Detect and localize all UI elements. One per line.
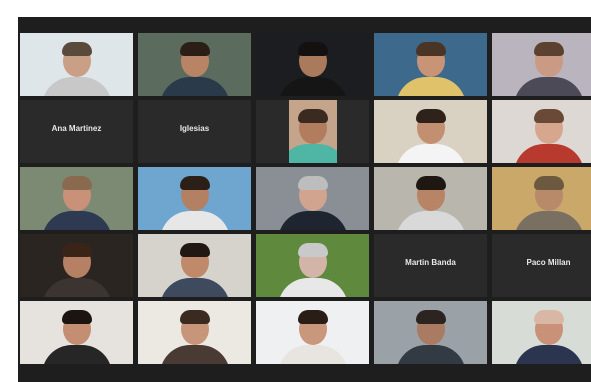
participant-tile[interactable] xyxy=(374,301,487,364)
participant-hair xyxy=(533,176,564,190)
participant-hair xyxy=(179,42,210,56)
participant-name: Ana Martinez xyxy=(51,124,102,133)
participant-hair xyxy=(533,310,564,324)
participant-tile[interactable] xyxy=(20,33,133,96)
participant-tile[interactable]: Ana Martinez xyxy=(20,100,133,163)
participant-tile[interactable] xyxy=(492,301,591,364)
participant-hair xyxy=(533,109,564,123)
participant-tile[interactable] xyxy=(374,33,487,96)
participant-tile[interactable] xyxy=(256,100,369,163)
participant-hair xyxy=(61,42,92,56)
participant-tile[interactable] xyxy=(20,301,133,364)
participant-hair xyxy=(297,310,328,324)
participant-tile[interactable] xyxy=(256,234,369,297)
participant-hair xyxy=(179,176,210,190)
participant-name: Paco Millan xyxy=(526,258,571,267)
participant-hair xyxy=(61,176,92,190)
participant-tile[interactable]: Paco Millan xyxy=(492,234,591,297)
participant-tile[interactable] xyxy=(256,33,369,96)
participant-hair xyxy=(179,243,210,257)
participant-tile[interactable] xyxy=(374,100,487,163)
participant-tile[interactable] xyxy=(492,33,591,96)
participant-tile[interactable] xyxy=(138,301,251,364)
participant-name: Martin Banda xyxy=(405,258,456,267)
participant-tile[interactable] xyxy=(138,167,251,230)
participant-hair xyxy=(297,243,328,257)
participant-tile[interactable] xyxy=(20,167,133,230)
participant-tile[interactable]: Martin Banda xyxy=(374,234,487,297)
participant-tile[interactable]: Iglesias xyxy=(138,100,251,163)
participant-hair xyxy=(61,310,92,324)
participant-hair xyxy=(298,109,328,123)
participant-video-thumbnail xyxy=(289,100,337,163)
participant-tile[interactable] xyxy=(492,167,591,230)
participant-hair xyxy=(61,243,92,257)
participant-tile[interactable] xyxy=(138,234,251,297)
participant-hair xyxy=(415,310,446,324)
participant-hair xyxy=(297,42,328,56)
participant-tile[interactable] xyxy=(256,301,369,364)
participant-tile[interactable] xyxy=(138,33,251,96)
participant-hair xyxy=(297,176,328,190)
participant-hair xyxy=(415,176,446,190)
video-gallery-grid: Ana Martinez Iglesias Martin Banda Paco Mil… xyxy=(18,17,591,382)
participant-hair xyxy=(533,42,564,56)
participant-figure xyxy=(289,144,337,163)
participant-tile[interactable] xyxy=(256,167,369,230)
participant-name: Iglesias xyxy=(179,124,210,133)
participant-tile[interactable] xyxy=(20,234,133,297)
participant-hair xyxy=(415,109,446,123)
participant-tile[interactable] xyxy=(492,100,591,163)
participant-tile[interactable] xyxy=(374,167,487,230)
participant-hair xyxy=(179,310,210,324)
participant-hair xyxy=(415,42,446,56)
